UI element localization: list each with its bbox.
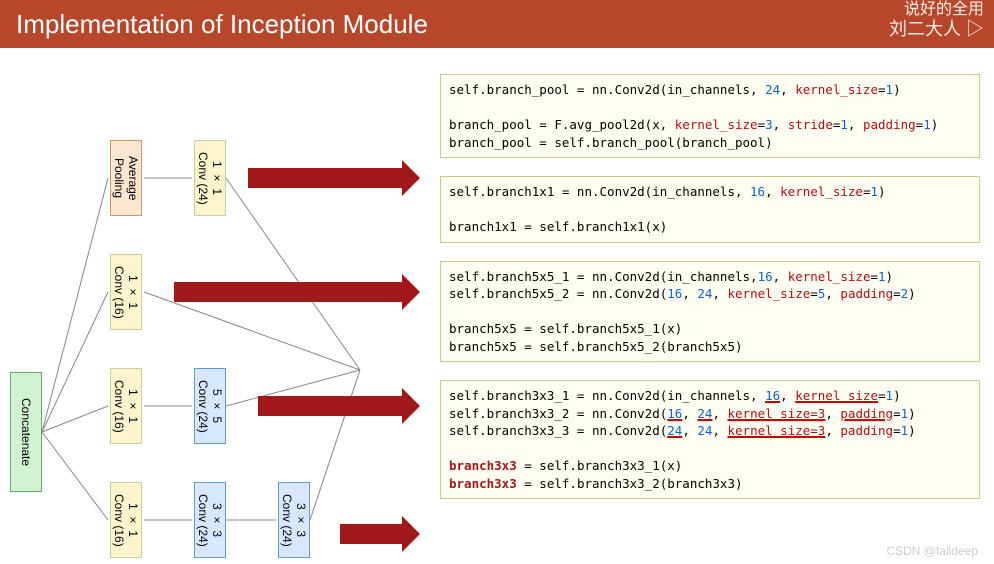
arrow-branch-1x1	[174, 282, 404, 302]
watermark-line1: 说好的全用	[889, 0, 984, 19]
node-average-pooling: Average Pooling	[110, 140, 142, 216]
codebox-branch-1x1: self.branch1x1 = nn.Conv2d(in_channels, …	[440, 176, 980, 243]
node-1x1-conv-16-b: 1 × 1 Conv (16)	[110, 368, 142, 444]
codebox-branch-5x5: self.branch5x5_1 = nn.Conv2d(in_channels…	[440, 261, 980, 363]
code-text: self.branch1x1 = nn.Conv2d(in_channels, …	[449, 183, 971, 236]
node-1x1-conv-24: 1 × 1 Conv (24)	[194, 140, 226, 216]
node-concatenate: Concatenate	[10, 372, 42, 492]
arrow-branch-3x3	[340, 524, 404, 544]
arrow-branch-pool	[248, 168, 404, 188]
node-1x1-conv-16-a: 1 × 1 Conv (16)	[110, 254, 142, 330]
watermark-line2: 刘二大人 ▷	[889, 19, 984, 41]
code-text: self.branch_pool = nn.Conv2d(in_channels…	[449, 81, 971, 151]
csdn-watermark: CSDN @falldeep	[886, 544, 978, 558]
node-5x5-conv-24: 5 × 5 Conv (24)	[194, 368, 226, 444]
node-1x1-conv-16-c: 1 × 1 Conv (16)	[110, 482, 142, 558]
node-3x3-conv-24-a: 3 × 3 Conv (24)	[194, 482, 226, 558]
arrow-branch-5x5	[258, 396, 404, 416]
inception-diagram: Concatenate Average Pooling 1 × 1 Conv (…	[0, 74, 440, 564]
slide-title: Implementation of Inception Module	[16, 9, 428, 40]
code-panels: self.branch_pool = nn.Conv2d(in_channels…	[440, 74, 994, 564]
node-3x3-conv-24-b: 3 × 3 Conv (24)	[278, 482, 310, 558]
code-text: self.branch5x5_1 = nn.Conv2d(in_channels…	[449, 268, 971, 356]
codebox-branch-pool: self.branch_pool = nn.Conv2d(in_channels…	[440, 74, 980, 158]
watermark: 说好的全用 刘二大人 ▷	[889, 0, 984, 41]
slide-header: Implementation of Inception Module	[0, 0, 994, 48]
codebox-branch-3x3: self.branch3x3_1 = nn.Conv2d(in_channels…	[440, 380, 980, 499]
code-text: self.branch3x3_1 = nn.Conv2d(in_channels…	[449, 387, 971, 492]
